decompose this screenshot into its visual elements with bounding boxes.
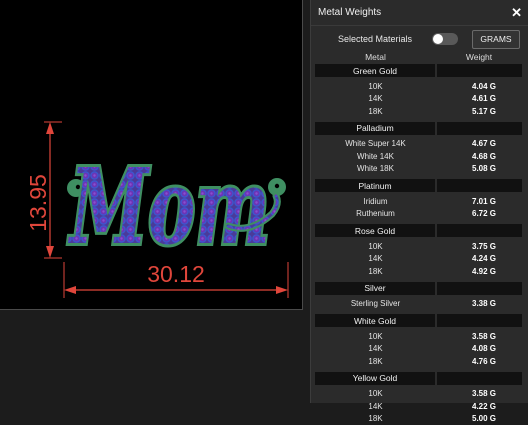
- metal-name: 14K: [315, 344, 436, 353]
- group-weight-cell: [437, 122, 522, 135]
- pendant-mom: Mom: [67, 145, 286, 268]
- panel-controls: Selected Materials GRAMS: [311, 28, 528, 50]
- metal-name: White 14K: [315, 152, 436, 161]
- unit-grams-button[interactable]: GRAMS: [472, 30, 520, 49]
- metal-groups: Green Gold10K4.04 G14K4.61 G18K5.17 GPal…: [315, 64, 522, 425]
- metal-weight: 3.58 G: [436, 389, 522, 398]
- table-row: 18K4.92 G: [315, 265, 522, 278]
- metal-weight: 3.75 G: [436, 242, 522, 251]
- panel-header: Metal Weights ✕: [311, 0, 528, 26]
- group-name: Palladium: [315, 122, 435, 135]
- selected-materials-toggle[interactable]: [432, 33, 458, 45]
- metal-weight: 5.17 G: [436, 107, 522, 116]
- table-row: 14K4.08 G: [315, 343, 522, 356]
- metal-name: 18K: [315, 107, 436, 116]
- table-row: Sterling Silver3.38 G: [315, 298, 522, 311]
- table-row: White 14K4.68 G: [315, 150, 522, 163]
- group-header-row: Silver: [315, 282, 522, 295]
- metal-weight: 5.00 G: [436, 414, 522, 423]
- table-row: 14K4.24 G: [315, 253, 522, 266]
- metal-name: 14K: [315, 94, 436, 103]
- metal-weight: 4.24 G: [436, 254, 522, 263]
- panel-title: Metal Weights: [318, 7, 381, 18]
- group-name: Silver: [315, 282, 435, 295]
- metal-weight: 4.68 G: [436, 152, 522, 161]
- table-row: White Super 14K4.67 G: [315, 138, 522, 151]
- metal-weight: 4.61 G: [436, 94, 522, 103]
- metal-weight: 4.76 G: [436, 357, 522, 366]
- pendant-script: Mom: [68, 145, 270, 268]
- metal-name: 10K: [315, 82, 436, 91]
- table-row: White 18K5.08 G: [315, 163, 522, 176]
- group-name: Yellow Gold: [315, 372, 435, 385]
- table-row: 14K4.22 G: [315, 400, 522, 413]
- table-row: Iridium7.01 G: [315, 195, 522, 208]
- table-row: 10K4.04 G: [315, 80, 522, 93]
- table-row: 10K3.58 G: [315, 388, 522, 401]
- metal-name: Ruthenium: [315, 209, 436, 218]
- metal-weight: 4.08 G: [436, 344, 522, 353]
- group-name: White Gold: [315, 314, 435, 327]
- group-weight-cell: [437, 372, 522, 385]
- metal-name: 14K: [315, 254, 436, 263]
- group-weight-cell: [437, 282, 522, 295]
- metal-weight: 4.92 G: [436, 267, 522, 276]
- metal-name: Sterling Silver: [315, 299, 436, 308]
- selected-materials-label: Selected Materials: [338, 34, 432, 44]
- metal-weight: 4.04 G: [436, 82, 522, 91]
- group-header-row: Yellow Gold: [315, 372, 522, 385]
- metal-name: 10K: [315, 389, 436, 398]
- table-row: Ruthenium6.72 G: [315, 208, 522, 221]
- metal-weights-table: Metal Weight Green Gold10K4.04 G14K4.61 …: [315, 50, 522, 425]
- close-icon[interactable]: ✕: [511, 6, 522, 19]
- table-row: 18K5.17 G: [315, 105, 522, 118]
- metal-name: 18K: [315, 414, 436, 423]
- metal-name: 18K: [315, 357, 436, 366]
- toggle-knob: [433, 34, 443, 44]
- table-row: 14K4.61 G: [315, 93, 522, 106]
- table-header: Metal Weight: [315, 50, 522, 64]
- metal-name: White 18K: [315, 164, 436, 173]
- group-header-row: White Gold: [315, 314, 522, 327]
- metal-name: 18K: [315, 267, 436, 276]
- metal-weight: 3.38 G: [436, 299, 522, 308]
- group-weight-cell: [437, 314, 522, 327]
- metal-weight: 4.22 G: [436, 402, 522, 411]
- metal-name: 10K: [315, 332, 436, 341]
- group-weight-cell: [437, 64, 522, 77]
- 3d-viewport[interactable]: 13.95 30.12 Mom: [0, 0, 303, 310]
- metal-name: 14K: [315, 402, 436, 411]
- vertical-dimension: 13.95: [25, 122, 62, 258]
- metal-weight: 5.08 G: [436, 164, 522, 173]
- group-header-row: Rose Gold: [315, 224, 522, 237]
- metal-name: White Super 14K: [315, 139, 436, 148]
- metal-weight: 3.58 G: [436, 332, 522, 341]
- metal-weight: 6.72 G: [436, 209, 522, 218]
- group-weight-cell: [437, 224, 522, 237]
- group-header-row: Palladium: [315, 122, 522, 135]
- metal-weight: 7.01 G: [436, 197, 522, 206]
- metal-weight: 4.67 G: [436, 139, 522, 148]
- column-metal: Metal: [315, 52, 436, 62]
- pendant-render: 13.95 30.12 Mom: [0, 0, 302, 309]
- group-name: Platinum: [315, 179, 435, 192]
- dim-vertical-label: 13.95: [25, 174, 51, 232]
- table-row: 18K5.00 G: [315, 413, 522, 425]
- metal-name: Iridium: [315, 197, 436, 206]
- metal-name: 10K: [315, 242, 436, 251]
- metal-weights-panel: Metal Weights ✕ Selected Materials GRAMS…: [310, 0, 528, 403]
- group-name: Green Gold: [315, 64, 435, 77]
- viewport-footer: [0, 310, 303, 403]
- table-row: 10K3.75 G: [315, 240, 522, 253]
- group-weight-cell: [437, 179, 522, 192]
- group-header-row: Platinum: [315, 179, 522, 192]
- table-row: 10K3.58 G: [315, 330, 522, 343]
- table-row: 18K4.76 G: [315, 355, 522, 368]
- group-header-row: Green Gold: [315, 64, 522, 77]
- group-name: Rose Gold: [315, 224, 435, 237]
- column-weight: Weight: [436, 52, 522, 62]
